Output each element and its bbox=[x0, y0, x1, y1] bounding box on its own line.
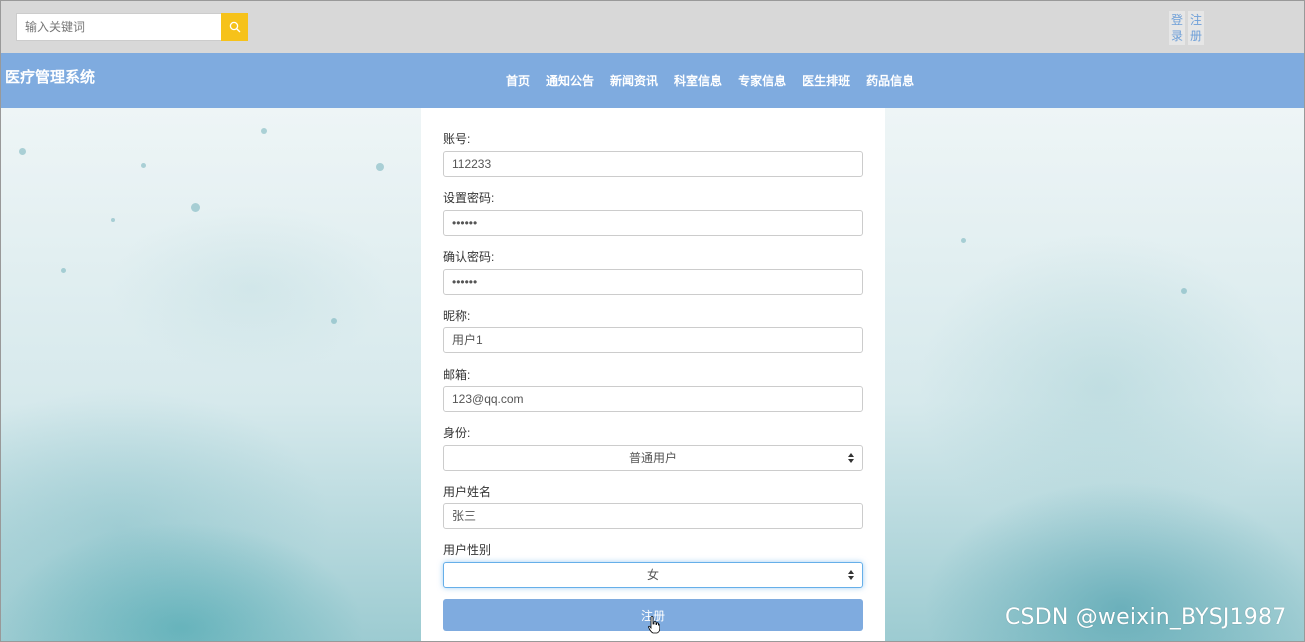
login-link[interactable]: 登录 bbox=[1169, 11, 1185, 45]
site-brand[interactable]: 医疗管理系统 bbox=[5, 66, 95, 87]
paint-splatter bbox=[191, 203, 200, 212]
paint-splatter bbox=[61, 268, 66, 273]
realname-label: 用户姓名 bbox=[443, 485, 492, 499]
confirm-password-label: 确认密码: bbox=[443, 250, 495, 264]
top-bar: 登录 注册 bbox=[1, 1, 1304, 53]
select-arrows-icon bbox=[848, 570, 854, 580]
paint-splatter bbox=[376, 163, 384, 171]
account-input[interactable]: 112233 bbox=[443, 151, 863, 177]
email-input[interactable]: 123@qq.com bbox=[443, 386, 863, 412]
search-icon bbox=[229, 21, 240, 33]
nickname-label: 昵称: bbox=[443, 309, 471, 323]
paint-splatter bbox=[19, 148, 26, 155]
watermark-text: CSDN @weixin_BYSJ1987 bbox=[1005, 605, 1287, 630]
auth-links: 登录 注册 bbox=[1169, 11, 1204, 45]
page: 登录 注册 医疗管理系统 首页 通知公告 新闻资讯 科室信息 专家信息 医生排班… bbox=[0, 0, 1305, 642]
nav-item-departments[interactable]: 科室信息 bbox=[666, 72, 730, 89]
identity-select[interactable]: 普通用户 bbox=[443, 445, 863, 471]
identity-label: 身份: bbox=[443, 426, 471, 440]
paint-splatter bbox=[141, 163, 146, 168]
nav-item-schedule[interactable]: 医生排班 bbox=[794, 72, 858, 89]
paint-splatter bbox=[331, 318, 337, 324]
nickname-input[interactable]: 用户1 bbox=[443, 327, 863, 353]
account-label: 账号: bbox=[443, 132, 471, 146]
paint-splatter bbox=[261, 128, 267, 134]
gender-label: 用户性别 bbox=[443, 543, 492, 557]
register-link[interactable]: 注册 bbox=[1188, 11, 1204, 45]
paint-splatter bbox=[111, 218, 115, 222]
select-arrows-icon bbox=[848, 453, 854, 463]
paint-splatter bbox=[1181, 288, 1187, 294]
paint-splatter bbox=[961, 238, 966, 243]
password-input[interactable]: •••••• bbox=[443, 210, 863, 236]
search-input[interactable] bbox=[16, 13, 221, 41]
register-form: 账号: 112233 设置密码: •••••• 确认密码: •••••• 昵称:… bbox=[421, 108, 885, 641]
confirm-password-input[interactable]: •••••• bbox=[443, 269, 863, 295]
register-submit-button[interactable]: 注册 bbox=[443, 599, 863, 631]
email-label: 邮箱: bbox=[443, 368, 471, 382]
nav-item-home[interactable]: 首页 bbox=[498, 72, 538, 89]
search-button[interactable] bbox=[221, 13, 248, 41]
identity-select-value: 普通用户 bbox=[628, 451, 677, 465]
nav-item-experts[interactable]: 专家信息 bbox=[730, 72, 794, 89]
gender-select-value: 女 bbox=[646, 568, 659, 582]
nav-item-news[interactable]: 新闻资讯 bbox=[602, 72, 666, 89]
nav-menu: 首页 通知公告 新闻资讯 科室信息 专家信息 医生排班 药品信息 bbox=[498, 72, 922, 89]
password-label: 设置密码: bbox=[443, 191, 495, 205]
nav-item-medicines[interactable]: 药品信息 bbox=[858, 72, 922, 89]
gender-select[interactable]: 女 bbox=[443, 562, 863, 588]
main-navbar: 医疗管理系统 首页 通知公告 新闻资讯 科室信息 专家信息 医生排班 药品信息 bbox=[1, 53, 1304, 108]
realname-input[interactable]: 张三 bbox=[443, 503, 863, 529]
nav-item-notices[interactable]: 通知公告 bbox=[538, 72, 602, 89]
